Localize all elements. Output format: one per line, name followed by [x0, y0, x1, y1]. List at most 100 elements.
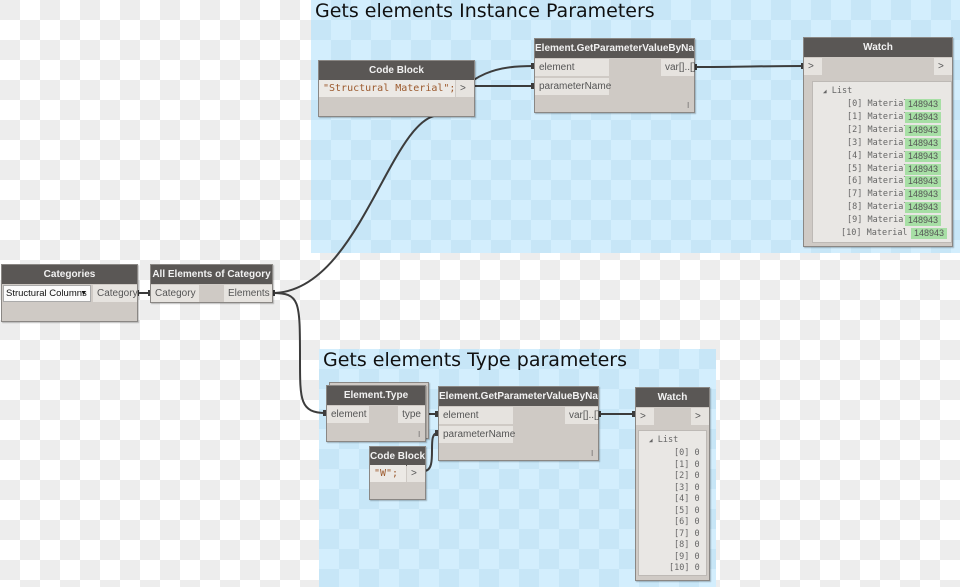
list-item-label: Material [867, 176, 909, 187]
list-item-label: Material [867, 215, 909, 226]
list-item-value: 0 [694, 494, 700, 504]
watch-node[interactable]: Watch > > ◢ List [0] Material 148943 [1] M… [803, 37, 953, 247]
get-parameter-value-by-name-node[interactable]: Element.GetParameterValueByName element … [438, 386, 600, 461]
output-port-elements[interactable]: Elements [224, 285, 272, 302]
list-item-index: [8] [847, 202, 863, 213]
node-title: Watch [804, 38, 952, 57]
list-item-index: [10] [669, 563, 690, 573]
list-item: [6] Material [847, 176, 908, 186]
list-item-value: 148943 [905, 189, 942, 201]
list-item-label: Material [867, 99, 909, 109]
list-item-label: Material [866, 228, 908, 238]
list-item-index: [4] [847, 150, 863, 161]
output-port[interactable]: > [934, 58, 952, 75]
list-item-index: [2] [674, 471, 690, 481]
list-item: [6] 0 [674, 517, 700, 527]
collapse-icon[interactable]: ◢ [823, 88, 827, 95]
lacing-indicator[interactable]: l [418, 430, 420, 439]
list-item: [4] Material [847, 151, 908, 161]
input-port-element[interactable]: element [327, 406, 369, 423]
list-item-index: [7] [847, 189, 863, 200]
input-port[interactable]: > [636, 408, 654, 425]
output-port[interactable]: > [456, 80, 474, 97]
list-item-value: 0 [694, 517, 700, 527]
output-port-var[interactable]: var[]..[] [565, 407, 600, 424]
list-item-value: 148943 [905, 137, 942, 149]
input-port-parameter-name[interactable]: parameterName [535, 78, 611, 95]
list-header[interactable]: ◢ List [649, 435, 678, 445]
list-item: [5] 0 [674, 506, 700, 516]
output-port[interactable]: > [691, 408, 709, 425]
chevron-down-icon: ▼ [80, 290, 87, 297]
list-item-value: 0 [694, 459, 700, 470]
list-item-value: 148943 [905, 176, 942, 188]
list-item-value: 0 [694, 528, 700, 539]
list-item-value: 148943 [905, 202, 942, 214]
list-item: [4] 0 [674, 494, 700, 504]
get-parameter-value-by-name-node[interactable]: Element.GetParameterValueByName element … [534, 38, 696, 113]
list-item-label: Material [867, 137, 909, 148]
list-item-value: 0 [694, 471, 700, 481]
categories-node[interactable]: Categories Structural Columns ▼ Category [1, 264, 138, 322]
code-block-node[interactable]: Code Block "Structural Material"; > [318, 60, 475, 117]
list-item: [3] Material [847, 138, 908, 148]
list-item: [8] 0 [674, 540, 700, 550]
output-port[interactable]: > [407, 465, 425, 482]
list-item-index: [8] [674, 540, 690, 550]
lacing-indicator[interactable]: l [687, 101, 689, 110]
list-item-index: [0] [674, 448, 690, 458]
input-port-element[interactable]: element [535, 59, 609, 76]
watch-node[interactable]: Watch > > ◢ List [0] 0 [1] 0 [2] 0 [3] 0 [4]… [635, 387, 710, 581]
list-item-value: 0 [694, 448, 700, 458]
dropdown-value: Structural Columns [6, 288, 87, 299]
list-item-index: [9] [847, 215, 863, 226]
list-item: [8] Material [847, 202, 908, 212]
list-item: [1] 0 [674, 460, 700, 470]
node-title: Element.GetParameterValueByName [439, 387, 598, 406]
list-item-index: [10] [841, 228, 862, 238]
list-item-index: [6] [847, 176, 863, 187]
list-item-value: 148943 [905, 99, 942, 110]
node-title: Code Block [319, 61, 474, 80]
list-item-value: 148943 [905, 215, 942, 227]
node-title: Element.Type [327, 386, 425, 405]
list-item-index: [0] [847, 99, 863, 109]
input-port[interactable]: > [804, 58, 822, 75]
category-dropdown[interactable]: Structural Columns ▼ [3, 285, 91, 302]
list-item-value: 0 [694, 563, 700, 573]
output-port-var[interactable]: var[]..[] [661, 59, 696, 76]
list-item: [5] Material [847, 164, 908, 174]
list-item-index: [3] [674, 482, 690, 493]
lacing-indicator[interactable]: l [591, 449, 593, 458]
code-input[interactable]: "W"; [370, 465, 406, 482]
list-item: [7] Material [847, 189, 908, 199]
output-port-category[interactable]: Category [93, 285, 138, 302]
node-title: Categories [2, 265, 137, 284]
input-port-category[interactable]: Category [151, 285, 199, 302]
list-item: [3] 0 [674, 483, 700, 493]
list-item: [7] 0 [674, 529, 700, 539]
watch-output-list[interactable]: ◢ List [0] Material 148943 [1] Material 148… [812, 81, 952, 243]
list-item-index: [1] [674, 459, 690, 470]
list-item-label: Material [867, 189, 909, 200]
list-item-value: 0 [694, 540, 700, 550]
list-item-label: Material [867, 124, 909, 135]
input-port-element[interactable]: element [439, 407, 513, 424]
list-item: [2] Material [847, 125, 908, 135]
watch-output-list[interactable]: ◢ List [0] 0 [1] 0 [2] 0 [3] 0 [4] 0 [5] 0 [6]… [638, 430, 707, 576]
list-item-index: [7] [674, 528, 690, 539]
all-elements-of-category-node[interactable]: All Elements of Category Category Elemen… [150, 264, 273, 303]
list-header[interactable]: ◢ List [823, 86, 852, 96]
list-item-label: Material [867, 202, 909, 213]
element-type-node[interactable]: Element.Type element type l [326, 385, 426, 442]
input-port-parameter-name[interactable]: parameterName [439, 426, 515, 443]
list-item-index: [5] [847, 163, 863, 174]
collapse-icon[interactable]: ◢ [649, 437, 653, 444]
list-item-value: 0 [694, 551, 700, 562]
code-block-node[interactable]: Code Block "W"; > [369, 446, 426, 500]
list-item: [0] Material [847, 99, 908, 109]
list-item-index: [4] [674, 494, 690, 504]
output-port-type[interactable]: type [398, 406, 425, 423]
code-input[interactable]: "Structural Material"; [319, 80, 455, 97]
group-title: Gets elements Instance Parameters [315, 0, 655, 22]
